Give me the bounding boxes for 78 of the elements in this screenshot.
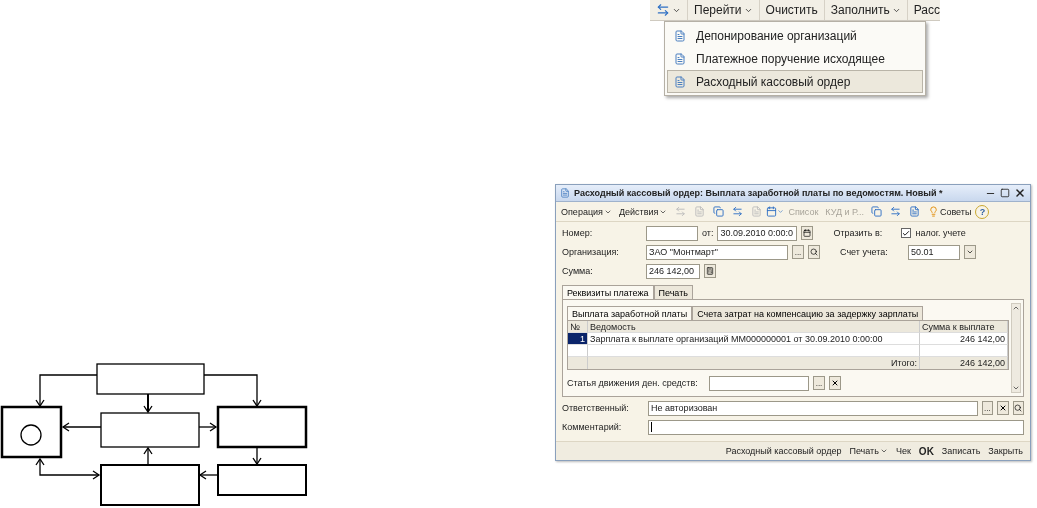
dropdown-button[interactable] [964, 245, 976, 259]
scroll-down-icon[interactable] [1012, 384, 1020, 392]
toolbar-button[interactable]: Очистить [759, 0, 825, 20]
column-header: Сумма к выплате [920, 321, 1008, 333]
table-cell [568, 357, 588, 369]
document-icon [560, 188, 570, 198]
column-header: Ведомость [588, 321, 920, 333]
maximize-icon[interactable] [1000, 188, 1010, 198]
input-field[interactable]: ЗАО "Монтмарт" [646, 244, 788, 260]
input-field[interactable] [709, 375, 809, 391]
field-label: Номер: [562, 228, 594, 238]
document-icon [674, 75, 686, 88]
column-header: № [568, 321, 588, 333]
footer-button[interactable]: Записать [937, 446, 985, 456]
field-label: Счет учета: [840, 247, 889, 257]
tab[interactable]: Выплата заработной платы [567, 306, 693, 320]
toolbar-icon[interactable] [766, 203, 785, 220]
calendar-icon [803, 229, 812, 237]
footer-button[interactable]: Печать [845, 446, 892, 456]
date-field[interactable]: 30.09.2010 0:00:0 [717, 225, 798, 241]
search-button[interactable] [1012, 401, 1024, 415]
calculator-icon [706, 267, 714, 275]
search-icon [1014, 404, 1023, 412]
field-label: Отразить в: [833, 228, 884, 238]
table-cell[interactable]: 1 [568, 333, 588, 345]
field-label: Комментарий: [562, 422, 623, 432]
search-icon [810, 248, 818, 256]
table-cell[interactable]: 246 142,00 [920, 333, 1008, 345]
bulb-icon [927, 206, 939, 217]
toolbar-button[interactable]: Заполнить [824, 0, 908, 20]
toolbar-button[interactable]: Операция [558, 203, 615, 220]
footer-button[interactable]: Закрыть [984, 446, 1027, 456]
close-icon[interactable] [1014, 187, 1026, 199]
footer-button[interactable]: OK [914, 445, 938, 457]
search-button[interactable] [808, 245, 820, 259]
field-label: Статья движения ден. средств: [567, 378, 699, 388]
document-icon [674, 29, 686, 42]
close-icon [998, 404, 1007, 412]
field-label: Ответственный: [562, 403, 630, 413]
input-field[interactable] [648, 419, 1024, 435]
menu-item[interactable]: Расходный кассовый ордер [667, 70, 923, 93]
caret-icon [879, 447, 888, 455]
table-cell[interactable]: Зарплата к выплате организаций ММ000000001 от 30.09.2010 0:00:00 [588, 333, 920, 345]
select-button[interactable]: ... [792, 245, 804, 259]
calendar-button[interactable] [801, 226, 814, 240]
scrollbar[interactable] [1011, 303, 1021, 393]
total-value: 246 142,00 [920, 357, 1008, 369]
footer-button[interactable]: Чек [891, 446, 915, 456]
total-label: Итого: [588, 357, 920, 369]
input-field[interactable] [646, 225, 698, 241]
calculator-button[interactable] [704, 264, 716, 278]
close-icon [831, 379, 839, 387]
tab[interactable]: Печать [653, 285, 693, 299]
footer-button[interactable]: Расходный кассовый ордер [721, 446, 846, 456]
checkbox-label: налог. учете [915, 228, 966, 238]
select-button[interactable]: ... [981, 401, 994, 415]
window-title: Расходный кассовый ордер: Выплата заработной платы по ведомостям. Новый * [574, 188, 944, 198]
menu-item[interactable]: Платежное поручение исходящее [667, 47, 923, 70]
clear-button[interactable] [829, 376, 841, 390]
input-field[interactable]: Не авторизован [648, 400, 978, 416]
checkbox[interactable] [901, 228, 912, 238]
toolbar-button[interactable]: Расс [907, 0, 940, 20]
field-label: Организация: [562, 247, 620, 257]
document-icon [674, 52, 686, 65]
tab[interactable]: Реквизиты платежа [562, 285, 654, 299]
clear-button[interactable] [997, 401, 1009, 415]
caret-icon [966, 248, 974, 256]
field-label: Сумма: [562, 266, 594, 276]
scroll-up-icon[interactable] [1012, 304, 1020, 312]
input-field[interactable]: 246 142,00 [646, 263, 700, 279]
select-button[interactable]: ... [813, 376, 825, 390]
field-label: от: [702, 228, 714, 238]
select-field[interactable]: 50.01 [908, 244, 960, 260]
tab[interactable]: Счета затрат на компенсацию за задержку зарплаты [692, 306, 924, 320]
toolbar-button[interactable]: Перейти [688, 0, 760, 20]
menu-item[interactable]: Депонирование организаций [667, 24, 923, 47]
toolbar-button[interactable]: Действия [615, 203, 671, 220]
toolbar-button[interactable]: Советы [924, 203, 975, 220]
